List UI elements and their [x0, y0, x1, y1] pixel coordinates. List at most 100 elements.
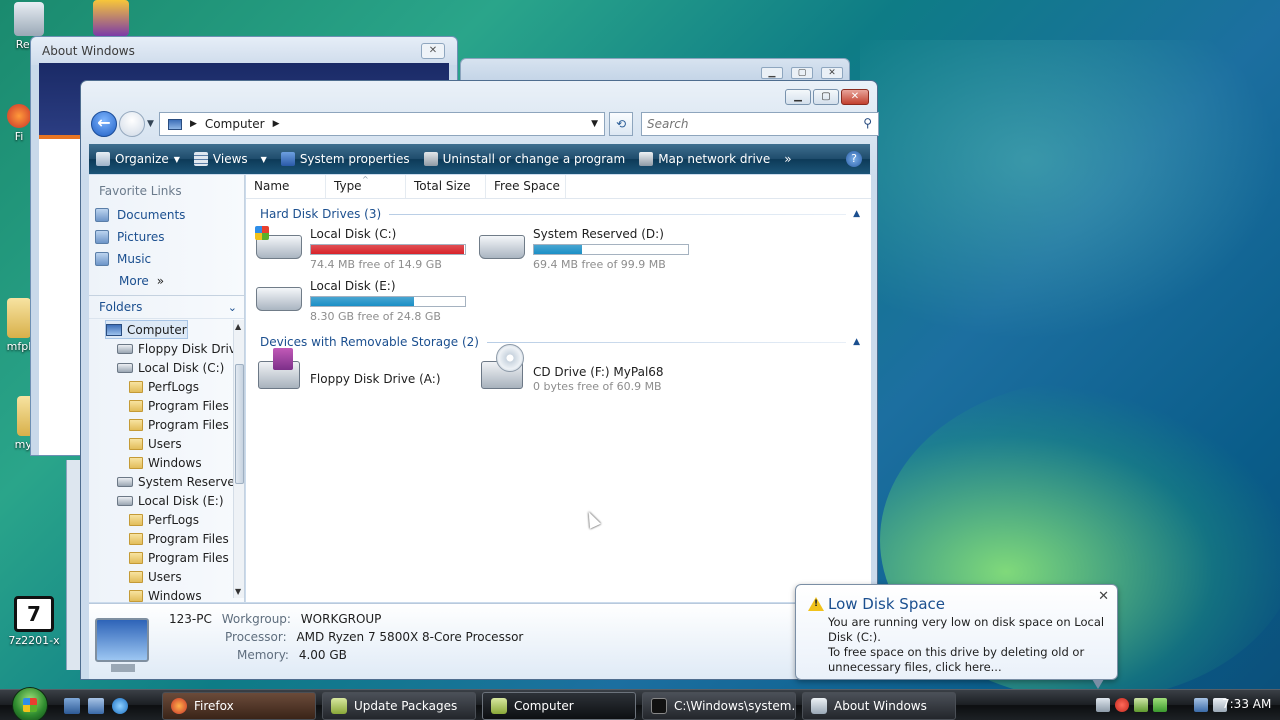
favorite-documents[interactable]: Documents — [95, 205, 185, 225]
more-commands-button[interactable]: » — [777, 144, 798, 174]
tree-item-computer[interactable]: Computer — [105, 320, 188, 339]
tree-item-folder[interactable]: Program Files ( — [129, 415, 237, 434]
close-icon[interactable]: ✕ — [1098, 589, 1109, 604]
tree-label: Windows — [148, 455, 202, 470]
refresh-button[interactable]: ⟲ — [609, 112, 633, 136]
drive-usage-fill — [311, 245, 465, 254]
search-icon[interactable]: ⚲ — [863, 116, 872, 130]
drive-system-reserved-d[interactable]: System Reserved (D:) 69.4 MB free of 99.… — [479, 227, 699, 271]
favorite-more[interactable]: More » — [119, 271, 164, 291]
desktop-icon-7zip[interactable]: 7 7z2201-x — [6, 596, 62, 647]
tree-item-folder[interactable]: Windows — [129, 586, 202, 602]
clock[interactable]: 7:33 AM — [1222, 697, 1271, 711]
tree-item-folder[interactable]: PerfLogs — [129, 377, 199, 396]
search-box[interactable]: ⚲ — [641, 112, 879, 136]
address-bar[interactable]: ▶ Computer ▶ ▼ — [159, 112, 605, 136]
map-network-drive-button[interactable]: Map network drive — [632, 144, 777, 174]
chevron-down-icon: ▼ — [173, 154, 180, 164]
scroll-thumb[interactable] — [235, 364, 244, 484]
check-icon[interactable] — [1153, 698, 1167, 712]
tree-item-folder[interactable]: PerfLogs — [129, 510, 199, 529]
group-removable-storage[interactable]: Devices with Removable Storage (2) ▲ — [260, 335, 860, 349]
tree-item-folder[interactable]: Windows — [129, 453, 202, 472]
uninstall-label: Uninstall or change a program — [442, 152, 626, 166]
favorite-music[interactable]: Music — [95, 249, 151, 269]
tree-label: Users — [148, 436, 182, 451]
history-dropdown-icon[interactable]: ▼ — [147, 119, 154, 129]
collapse-icon[interactable]: ▲ — [853, 337, 860, 347]
drive-free-space: 8.30 GB free of 24.8 GB — [310, 310, 441, 323]
drive-free-space: 74.4 MB free of 14.9 GB — [310, 258, 442, 271]
tree-item-folder[interactable]: Users — [129, 434, 182, 453]
scroll-up-icon[interactable]: ▲ — [235, 322, 241, 331]
system-properties-button[interactable]: System properties — [274, 144, 417, 174]
column-total-size[interactable]: Total Size — [406, 175, 486, 198]
tree-item-local-disk-e[interactable]: Local Disk (E:) — [117, 491, 224, 510]
breadcrumb-computer[interactable]: Computer — [205, 117, 265, 131]
tree-item-system-reserved[interactable]: System Reserved — [117, 472, 242, 491]
maximize-button[interactable]: ▢ — [813, 89, 839, 105]
tree-scrollbar[interactable]: ▲ ▼ — [233, 320, 244, 598]
folders-header[interactable]: Folders ⌄ — [89, 295, 244, 319]
tree-item-folder[interactable]: Program Files — [129, 529, 229, 548]
column-free-space[interactable]: Free Space — [486, 175, 566, 198]
notification-tail — [1092, 679, 1104, 689]
crumb-arrow-icon[interactable]: ▶ — [273, 119, 280, 129]
tree-item-folder[interactable]: Program Files — [129, 396, 229, 415]
switch-windows-icon[interactable] — [88, 698, 104, 714]
notification-line-2[interactable]: To free space on this drive by deleting … — [828, 645, 1110, 675]
uninstall-button[interactable]: Uninstall or change a program — [417, 144, 633, 174]
tree-item-folder[interactable]: Users — [129, 567, 182, 586]
drive-cd-f[interactable]: CD Drive (F:) MyPal68 0 bytes free of 60… — [479, 344, 699, 399]
back-button[interactable]: ← — [91, 111, 117, 137]
notification-line-1: You are running very low on disk space o… — [828, 615, 1105, 644]
task-command-prompt[interactable]: C:\Windows\system... — [642, 692, 796, 720]
tree-item-local-disk-c[interactable]: Local Disk (C:) — [117, 358, 224, 377]
tree-item-floppy[interactable]: Floppy Disk Drive — [117, 339, 243, 358]
start-button[interactable] — [12, 687, 48, 720]
low-disk-space-notification[interactable]: Low Disk Space ✕ You are running very lo… — [795, 584, 1118, 689]
drive-local-disk-c[interactable]: Local Disk (C:) 74.4 MB free of 14.9 GB — [255, 226, 476, 271]
details-row-name: 123-PC Workgroup: WORKGROUP — [169, 612, 381, 626]
task-update-packages[interactable]: Update Packages — [322, 692, 476, 720]
column-type[interactable]: Type ^ — [326, 175, 406, 198]
drive-local-disk-e[interactable]: Local Disk (E:) 8.30 GB free of 24.8 GB — [256, 279, 476, 323]
folder-icon — [129, 418, 143, 431]
collapse-icon[interactable]: ▲ — [853, 209, 860, 219]
display-icon[interactable] — [1194, 698, 1208, 712]
group-label: Hard Disk Drives (3) — [260, 207, 382, 221]
firefox-icon — [7, 104, 31, 128]
maximize-button[interactable]: ▢ — [791, 67, 813, 79]
disk-icon[interactable] — [1096, 698, 1110, 712]
about-close-button[interactable]: ✕ — [421, 43, 445, 59]
minimize-button[interactable]: ▁ — [785, 89, 811, 105]
drive-name: Local Disk (C:) — [310, 227, 397, 241]
column-name[interactable]: Name — [246, 175, 326, 198]
minimize-button[interactable]: ▁ — [761, 67, 783, 79]
show-desktop-icon[interactable] — [64, 698, 80, 714]
desktop-icon-app[interactable] — [86, 0, 136, 38]
help-icon[interactable]: ? — [846, 151, 862, 167]
task-label: C:\Windows\system... — [674, 699, 796, 713]
views-button[interactable]: Views ▼ — [187, 144, 274, 174]
group-hard-disk-drives[interactable]: Hard Disk Drives (3) ▲ — [260, 207, 860, 221]
internet-explorer-icon[interactable] — [112, 698, 128, 714]
hard-drive-icon — [256, 287, 302, 311]
close-button[interactable]: ✕ — [821, 67, 843, 79]
scroll-down-icon[interactable]: ▼ — [235, 587, 241, 596]
favorite-pictures[interactable]: Pictures — [95, 227, 165, 247]
task-computer[interactable]: Computer — [482, 692, 636, 720]
organize-button[interactable]: Organize ▼ — [89, 144, 187, 174]
tree-item-folder[interactable]: Program Files ( — [129, 548, 237, 567]
address-dropdown-icon[interactable]: ▼ — [591, 119, 598, 129]
drive-floppy-a[interactable]: Floppy Disk Drive (A:) — [256, 348, 476, 399]
network-icon[interactable] — [1134, 698, 1148, 712]
forward-button[interactable] — [119, 111, 145, 137]
drive-usage-bar — [310, 296, 466, 307]
task-firefox[interactable]: Firefox — [162, 692, 316, 720]
close-button[interactable]: ✕ — [841, 89, 869, 105]
search-input[interactable] — [642, 113, 842, 135]
task-about-windows[interactable]: About Windows — [802, 692, 956, 720]
crumb-arrow-icon[interactable]: ▶ — [190, 119, 197, 129]
security-alert-icon[interactable] — [1115, 698, 1129, 712]
